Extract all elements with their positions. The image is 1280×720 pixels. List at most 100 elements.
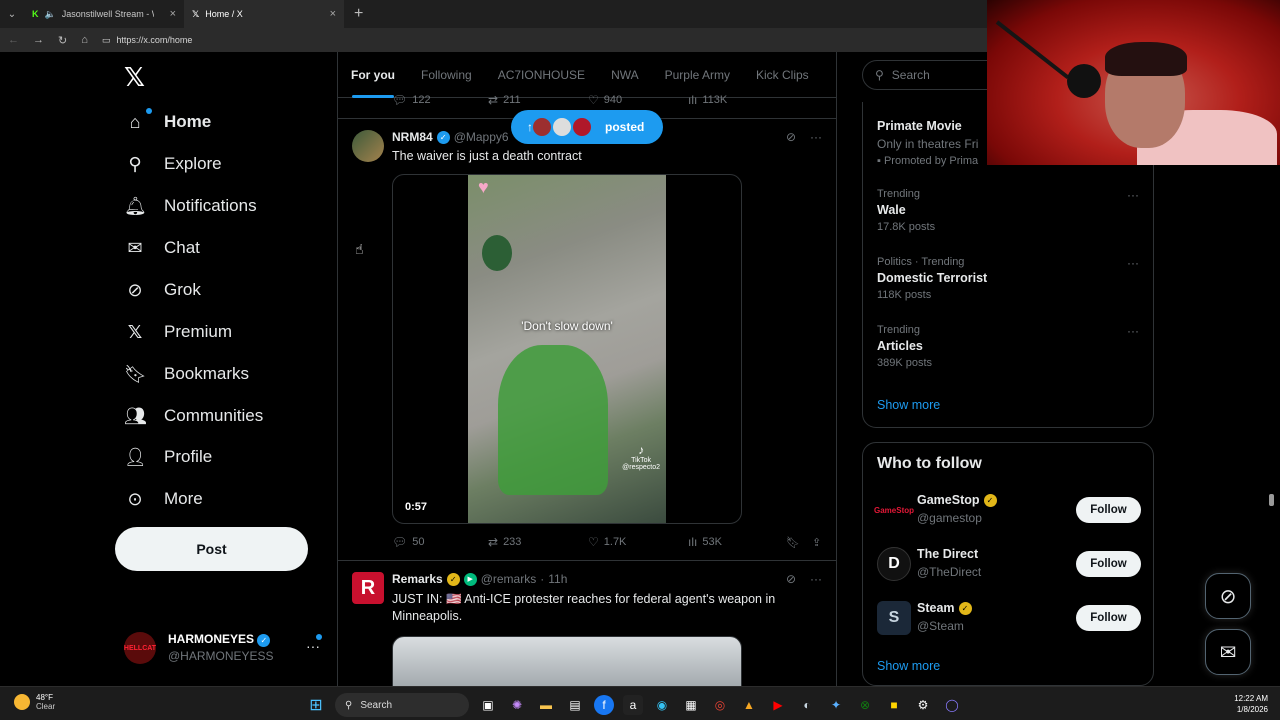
reply-button[interactable]: 💬︎ 50 — [392, 535, 424, 549]
follow-button[interactable]: Follow — [1076, 497, 1141, 523]
timeline: For you Following AC7IONHOUSE NWA Purple… — [337, 52, 837, 686]
nav-bookmarks[interactable]: 🔖︎ Bookmarks — [124, 354, 249, 394]
nav-home[interactable]: ⌂ Home — [124, 102, 211, 142]
share-icon[interactable]: ⇪ — [812, 536, 821, 549]
like-button[interactable]: ♡ 1.7K — [588, 535, 626, 549]
avatar[interactable]: R — [352, 572, 384, 604]
trend-item[interactable]: Politics · Trending Domestic Terrorist 1… — [877, 256, 1139, 301]
follow-suggestion[interactable]: D The Direct @TheDirect Follow — [877, 545, 1141, 585]
follow-suggestion[interactable]: S Steam ✓ @Steam Follow — [877, 599, 1141, 639]
refresh-icon[interactable]: ↻ — [58, 34, 67, 47]
sticky-notes-icon[interactable]: ■ — [884, 695, 904, 715]
site-info-icon[interactable]: ▭ — [102, 35, 111, 46]
copilot-icon[interactable]: ✺ — [507, 695, 527, 715]
tab-nwa[interactable]: NWA — [598, 52, 652, 98]
author-handle[interactable]: @remarks — [481, 572, 537, 586]
new-posts-pill[interactable]: ↑ posted — [511, 110, 663, 144]
tab-kick-clips[interactable]: Kick Clips — [743, 52, 822, 98]
file-explorer-icon[interactable]: ▬ — [536, 695, 556, 715]
taskbar-search[interactable]: ⚲ Search — [335, 693, 469, 717]
x-logo-icon[interactable]: 𝕏 — [124, 62, 145, 93]
tweet-image[interactable] — [392, 636, 742, 686]
tweet-header: Remarks ✓ ▶ @remarks · 11h — [392, 572, 568, 586]
nav-grok[interactable]: ⊘ Grok — [124, 270, 200, 310]
forward-icon[interactable]: → — [33, 34, 44, 46]
tiktok-watermark: ♪ TikTok @respecto2 — [622, 443, 660, 471]
repost-button[interactable]: ⇄ 211 — [488, 93, 521, 107]
nav-chat[interactable]: ✉ Chat — [124, 228, 199, 268]
grok-floating-button[interactable]: ⊘ — [1205, 573, 1251, 619]
edge-icon[interactable]: ◉ — [652, 695, 672, 715]
video-frame[interactable]: ♥ 'Don't slow down' ♪ TikTok @respecto2 — [468, 175, 666, 523]
video-player[interactable]: ♥ 'Don't slow down' ♪ TikTok @respecto2 … — [392, 174, 742, 524]
follow-suggestion[interactable]: GameStop GameStop ✓ @gamestop Follow — [874, 491, 1141, 531]
close-tab-icon[interactable]: × — [330, 8, 336, 20]
url-field[interactable]: ▭ https://x.com/home — [102, 35, 193, 46]
more-dots-icon[interactable]: ··· — [306, 634, 322, 654]
author-handle[interactable]: @Mappy6 — [454, 130, 509, 144]
tab-ac7ionhouse[interactable]: AC7IONHOUSE — [485, 52, 598, 98]
facebook-icon[interactable]: f — [594, 695, 614, 715]
nav-explore[interactable]: ⚲ Explore — [124, 144, 221, 184]
calculator-icon[interactable]: ▦ — [681, 695, 701, 715]
close-tab-icon[interactable]: × — [170, 8, 176, 20]
reply-button[interactable]: 💬︎ 122 — [392, 93, 431, 107]
chrome-icon[interactable]: ◎ — [710, 695, 730, 715]
tab-for-you[interactable]: For you — [338, 52, 408, 98]
account-switcher[interactable]: HELLCAT HARMONEYES ✓ @HARMONEYESS ··· — [124, 630, 324, 670]
follow-button[interactable]: Follow — [1076, 605, 1141, 631]
bookmark-icon[interactable]: 🔖︎ — [786, 536, 800, 549]
nav-notifications[interactable]: 🔔︎ Notifications — [124, 186, 257, 226]
grok-icon[interactable]: ⊘ — [786, 572, 796, 586]
app-icon[interactable]: ✦ — [826, 695, 846, 715]
show-more-link[interactable]: Show more — [877, 398, 940, 412]
app-icon[interactable]: ◯ — [942, 695, 962, 715]
tweet-time[interactable]: 11h — [548, 572, 567, 586]
task-view-icon[interactable]: ▣ — [478, 695, 498, 715]
trend-item[interactable]: Trending Articles 389K posts ··· — [877, 324, 1139, 369]
speaker-icon[interactable]: 🔈 — [45, 9, 56, 20]
new-tab-button[interactable]: + — [344, 5, 373, 23]
more-dots-icon[interactable]: ··· — [810, 572, 822, 586]
scrollbar-thumb[interactable] — [1269, 494, 1274, 506]
home-icon[interactable]: ⌂ — [81, 34, 88, 46]
system-clock[interactable]: 12:22 AM 1/8/2026 — [1234, 693, 1268, 715]
steam-icon[interactable]: ◐ — [797, 695, 817, 715]
post-button[interactable]: Post — [115, 527, 308, 571]
back-icon[interactable]: ← — [8, 34, 19, 46]
views-button[interactable]: ılı 53K — [688, 535, 722, 549]
tab-purple-army[interactable]: Purple Army — [652, 52, 743, 98]
grok-icon[interactable]: ⊘ — [786, 130, 796, 144]
tab-kick[interactable]: K 🔈 Jasonstilwell Stream - Watch × — [24, 0, 184, 28]
tab-x-home[interactable]: 𝕏 Home / X × — [184, 0, 344, 28]
more-dots-icon[interactable]: ··· — [1127, 188, 1139, 202]
tab-list-button[interactable]: ⌄ — [0, 9, 24, 20]
show-more-link[interactable]: Show more — [877, 659, 940, 673]
youtube-icon[interactable]: ▶ — [768, 695, 788, 715]
author-name[interactable]: Remarks — [392, 572, 443, 586]
windows-start-icon[interactable]: ⊞ — [306, 695, 326, 715]
follow-button[interactable]: Follow — [1076, 551, 1141, 577]
tab-following[interactable]: Following — [408, 52, 485, 98]
weather-widget[interactable]: 48°F Clear — [14, 693, 55, 711]
repost-button[interactable]: ⇄ 233 — [488, 535, 521, 549]
avatar: HELLCAT — [124, 632, 156, 664]
settings-icon[interactable]: ⚙ — [913, 695, 933, 715]
xbox-icon[interactable]: ⊗ — [855, 695, 875, 715]
like-button[interactable]: ♡ 940 — [588, 93, 622, 107]
views-button[interactable]: ılı 113K — [688, 93, 727, 107]
more-dots-icon[interactable]: ··· — [1127, 324, 1139, 338]
trend-item[interactable]: Trending Wale 17.8K posts ··· — [877, 188, 1139, 233]
app-icon[interactable]: ▲ — [739, 695, 759, 715]
amazon-icon[interactable]: a — [623, 695, 643, 715]
author-name[interactable]: NRM84 — [392, 130, 433, 144]
nav-more[interactable]: ⊙ More — [124, 479, 202, 519]
nav-premium[interactable]: 𝕏 Premium — [124, 312, 232, 352]
nav-profile[interactable]: 👤︎ Profile — [124, 437, 212, 477]
store-icon[interactable]: ▤ — [565, 695, 585, 715]
avatar[interactable] — [352, 130, 384, 162]
nav-communities[interactable]: 👥︎ Communities — [124, 396, 263, 436]
messages-floating-button[interactable]: ✉ — [1205, 629, 1251, 675]
more-dots-icon[interactable]: ··· — [1127, 256, 1139, 270]
more-dots-icon[interactable]: ··· — [810, 130, 822, 144]
